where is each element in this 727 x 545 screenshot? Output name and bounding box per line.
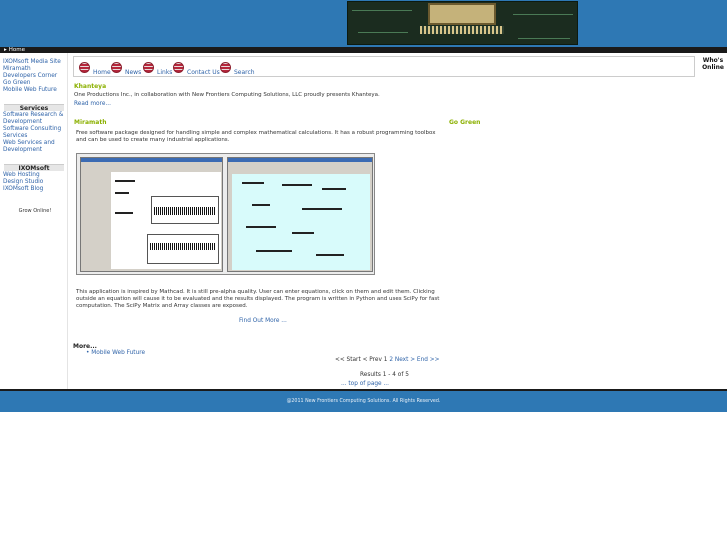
footer: @2011 New Frontiers Computing Solutions.…	[0, 389, 727, 412]
go-green-title[interactable]: Go Green	[449, 119, 480, 126]
find-out-more-link[interactable]: Find Out More ...	[239, 318, 287, 324]
circuit-board-image	[347, 1, 578, 45]
sidebar-link-developers-corner[interactable]: Developers Corner	[3, 73, 67, 80]
nav-contact-label: Contact Us	[187, 69, 220, 76]
ball-icon	[79, 62, 90, 73]
ball-icon	[111, 62, 122, 73]
miramath-title[interactable]: Miramath	[74, 119, 106, 126]
khanteya-text: One Productions Inc., in collaboration w…	[74, 92, 380, 98]
services-heading: Services	[4, 104, 64, 112]
sidebar-link-blog[interactable]: IXOMsoft Blog	[3, 186, 67, 193]
sidebar-link-mobile-web[interactable]: Mobile Web Future	[3, 87, 67, 94]
footer-copyright: @2011 New Frontiers Computing Solutions.…	[286, 399, 441, 404]
top-of-page-link[interactable]: ... top of page ...	[341, 381, 389, 387]
equation-window	[227, 157, 373, 272]
more-item-mobile-web[interactable]: Mobile Web Future	[91, 350, 145, 356]
pagination-end[interactable]: End >>	[417, 357, 440, 363]
read-more-link[interactable]: Read more...	[74, 101, 111, 107]
nav-search[interactable]: Search	[220, 59, 255, 76]
nav-news-label: News	[125, 69, 142, 76]
nav-links-label: Links	[157, 69, 173, 76]
sidebar-services-links: Software Research & Development Software…	[3, 112, 67, 154]
pagination-next[interactable]: Next >	[395, 357, 415, 363]
miramath-description: Free software package designed for handl…	[76, 130, 436, 144]
results-count: Results 1 - 4 of 5	[360, 372, 409, 378]
nav-home-label: Home	[93, 69, 111, 76]
plot-window	[80, 157, 223, 272]
nav-search-label: Search	[234, 69, 255, 76]
ball-icon	[220, 62, 231, 73]
more-list-item[interactable]: • Mobile Web Future	[86, 350, 145, 356]
pagination-page-2[interactable]: 2	[389, 357, 393, 363]
sidebar-link-design-studio[interactable]: Design Studio	[3, 179, 67, 186]
sidebar-link-miramath[interactable]: Miramath	[3, 66, 67, 73]
pagination-page-1: 1	[383, 357, 388, 363]
miramath-details: This application is inspired by Mathcad.…	[76, 289, 440, 310]
sidebar-link-web-hosting[interactable]: Web Hosting	[3, 172, 67, 179]
breadcrumb: ▸ Home	[0, 47, 727, 53]
pagination: << Start < Prev 1 2 Next > End >>	[335, 357, 440, 363]
top-navigation: Home News Links Contact Us Search	[73, 56, 695, 77]
sidebar-link-web-services[interactable]: Web Services and Development	[3, 140, 67, 154]
ball-icon	[143, 62, 154, 73]
grow-online-text: Grow Online!	[18, 208, 52, 214]
sidebar-link-software-research[interactable]: Software Research & Development	[3, 112, 67, 126]
sidebar-link-software-consulting[interactable]: Software Consulting Services	[3, 126, 67, 140]
sidebar-ixomsoft-links: Web Hosting Design Studio IXOMsoft Blog	[3, 172, 67, 193]
ball-icon	[173, 62, 184, 73]
nav-home[interactable]: Home	[79, 59, 111, 76]
whos-online-heading: Who's Online	[702, 57, 724, 71]
nav-links[interactable]: Links	[143, 59, 172, 76]
sidebar-link-go-green[interactable]: Go Green	[3, 80, 67, 87]
pagination-start: << Start	[335, 357, 361, 363]
more-heading: More...	[73, 343, 97, 350]
sidebar-main-links: IXOMsoft Media Site Miramath Developers …	[3, 59, 67, 94]
nav-news[interactable]: News	[111, 59, 141, 76]
miramath-screenshot	[76, 153, 375, 275]
sidebar-link-media-site[interactable]: IXOMsoft Media Site	[3, 59, 67, 66]
pagination-prev: < Prev	[362, 357, 382, 363]
khanteya-title[interactable]: Khanteya	[74, 83, 106, 90]
ixomsoft-heading: IXOMsoft	[4, 164, 64, 172]
nav-contact-us[interactable]: Contact Us	[173, 59, 220, 76]
